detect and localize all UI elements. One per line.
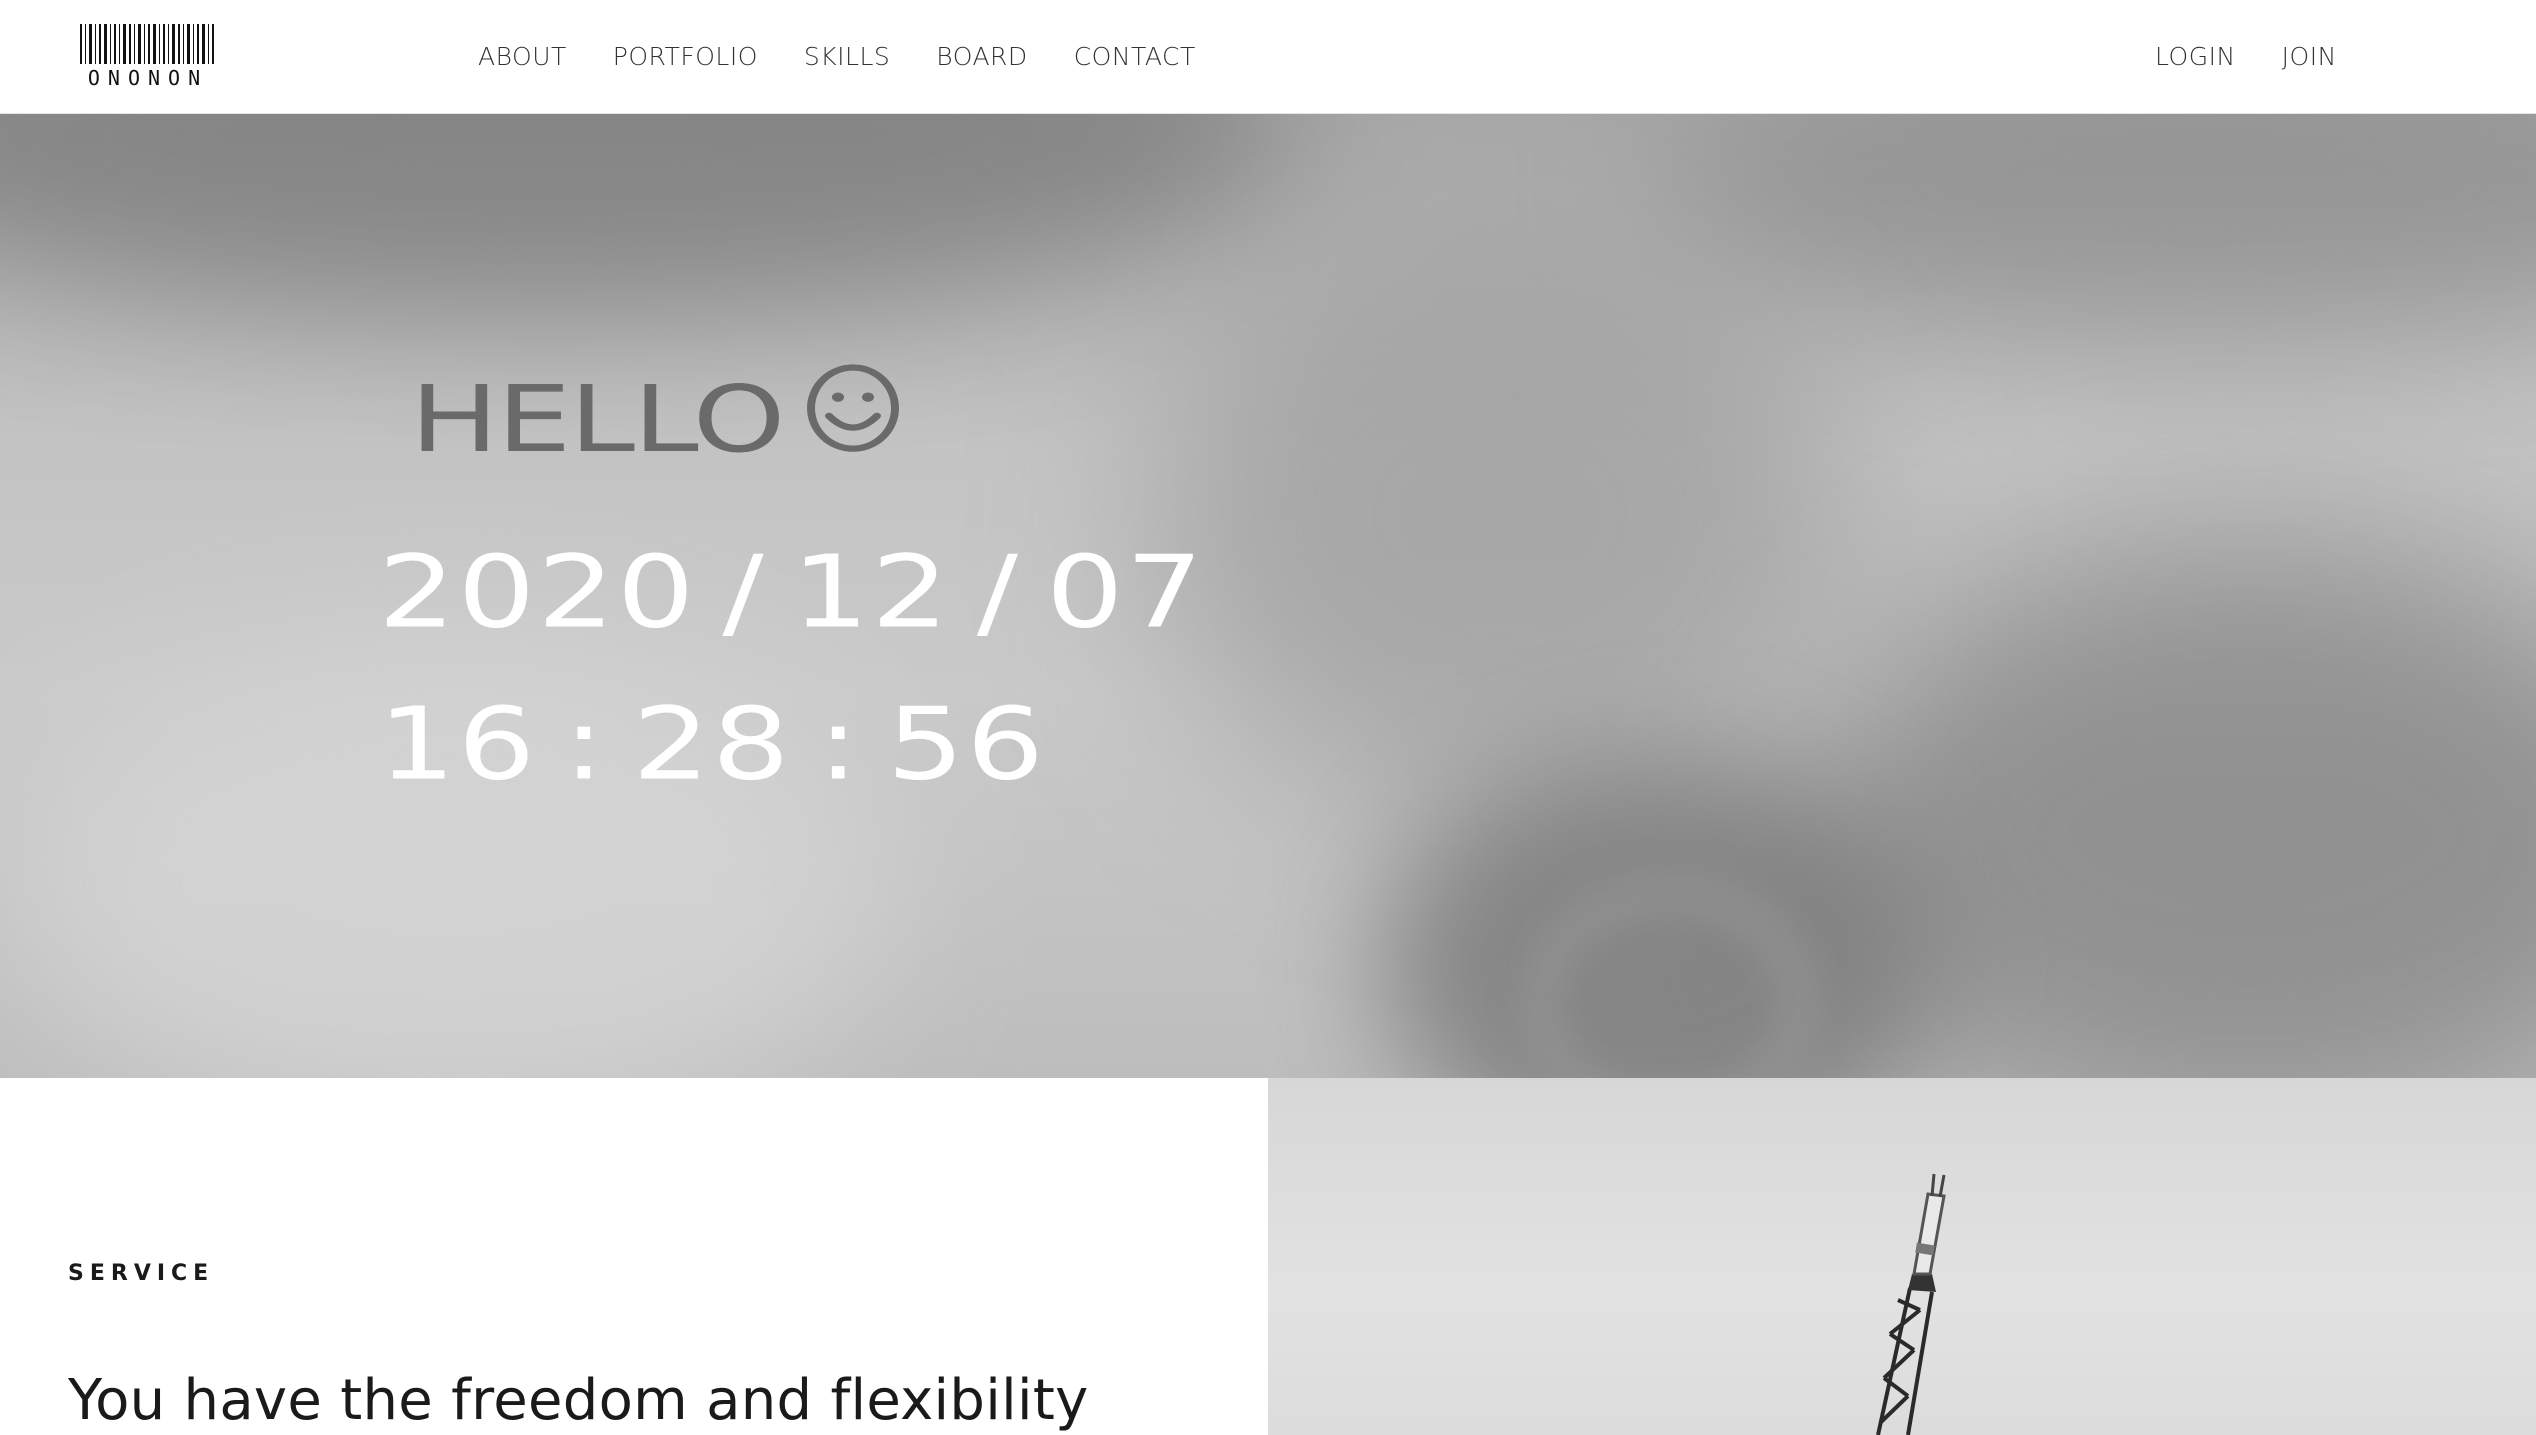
hero-date: 2020/12/07 bbox=[378, 534, 1205, 650]
date-year: 2020 bbox=[378, 534, 697, 651]
service-title: You have the freedom and flexibility bbox=[68, 1368, 1089, 1433]
barcode-logo-icon bbox=[80, 24, 214, 64]
time-hours: 16 bbox=[378, 686, 538, 803]
join-link[interactable]: JOIN bbox=[2282, 0, 2337, 114]
time-separator: : bbox=[817, 686, 861, 803]
hero-section: HELLO 2020/12/07 16:28:56 bbox=[0, 114, 2536, 1078]
hero-time: 16:28:56 bbox=[378, 686, 1046, 802]
time-seconds: 56 bbox=[886, 686, 1046, 803]
time-separator: : bbox=[563, 686, 607, 803]
logo-text: ONONON bbox=[87, 66, 209, 90]
time-minutes: 28 bbox=[632, 686, 792, 803]
service-label: SERVICE bbox=[68, 1261, 215, 1286]
date-month: 12 bbox=[791, 534, 951, 651]
service-section: SERVICE You have the freedom and flexibi… bbox=[0, 1078, 1268, 1435]
date-separator: / bbox=[722, 534, 766, 651]
date-day: 07 bbox=[1045, 534, 1206, 651]
greeting-text: HELLO bbox=[410, 365, 785, 473]
main-nav: ABOUT PORTFOLIO SKILLS BOARD CONTACT bbox=[478, 0, 1242, 114]
date-separator: / bbox=[976, 534, 1020, 651]
site-header: ONONON ABOUT PORTFOLIO SKILLS BOARD CONT… bbox=[0, 0, 2536, 114]
nav-contact[interactable]: CONTACT bbox=[1074, 0, 1196, 114]
hero-greeting: HELLO bbox=[410, 364, 901, 473]
site-logo[interactable]: ONONON bbox=[78, 22, 218, 92]
nav-board[interactable]: BOARD bbox=[936, 0, 1027, 114]
auth-nav: LOGIN JOIN bbox=[2155, 0, 2383, 114]
nav-skills[interactable]: SKILLS bbox=[804, 0, 890, 114]
nav-about[interactable]: ABOUT bbox=[478, 0, 567, 114]
crane-image bbox=[1268, 1078, 2536, 1435]
login-link[interactable]: LOGIN bbox=[2155, 0, 2236, 114]
smiley-icon bbox=[805, 361, 901, 476]
nav-portfolio[interactable]: PORTFOLIO bbox=[613, 0, 758, 114]
